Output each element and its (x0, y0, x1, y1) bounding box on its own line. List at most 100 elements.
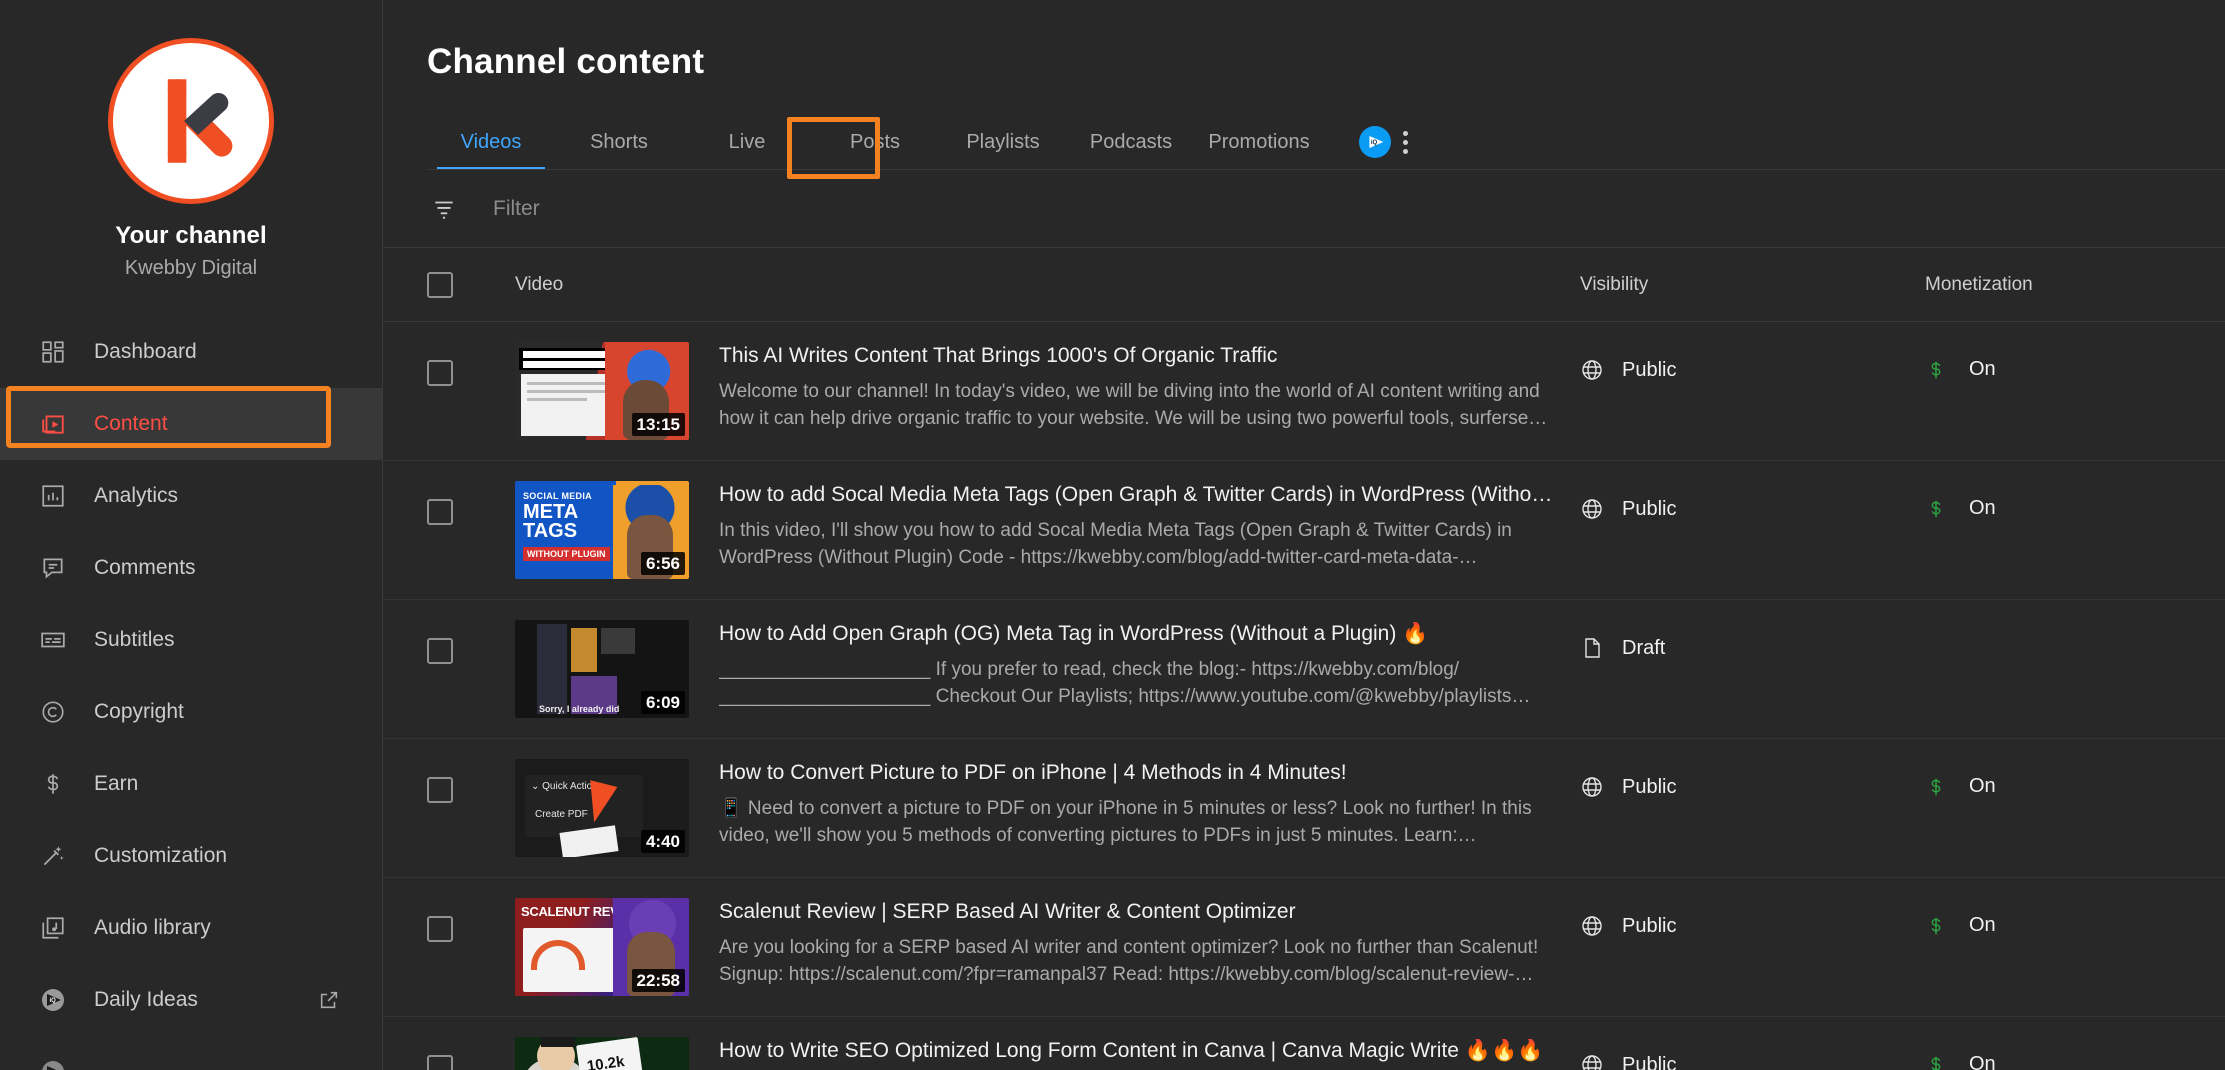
youtube-studio-app: Your channel Kwebby Digital Dashboard Co… (0, 0, 2225, 1070)
sidebar-item-label: Copyright (94, 700, 184, 723)
sidebar-item-daily-ideas[interactable]: iQ Daily Ideas (0, 964, 382, 1036)
kwebby-logo-icon (133, 63, 249, 179)
visibility-cell[interactable]: Public (1580, 481, 1925, 521)
video-title[interactable]: How to Convert Picture to PDF on iPhone … (719, 761, 1557, 785)
vidiq-icon: iQ (34, 986, 72, 1014)
filter-input[interactable]: Filter (493, 197, 540, 221)
monetization-cell (1925, 620, 2225, 636)
table-row[interactable]: SCALENUT REVIEW 22:58 Scalenut Review | … (383, 878, 2225, 1017)
sidebar-item-earn[interactable]: Earn (0, 748, 382, 820)
sidebar-item-copyright[interactable]: Copyright (0, 676, 382, 748)
table-row[interactable]: ⌄ Quick Actions Create PDF 4:40 How to C… (383, 739, 2225, 878)
tab-playlists[interactable]: Playlists (939, 131, 1067, 170)
external-link-icon[interactable] (318, 989, 340, 1011)
globe-icon (1580, 775, 1604, 799)
dollar-icon (1925, 776, 1947, 798)
globe-icon (1580, 497, 1604, 521)
monetization-cell[interactable]: On (1925, 481, 2225, 520)
video-duration: 13:15 (631, 412, 685, 436)
tab-posts[interactable]: Posts (811, 131, 939, 170)
checkbox-icon[interactable] (427, 1055, 453, 1070)
monetization-cell[interactable]: On (1925, 759, 2225, 798)
tab-promotions[interactable]: Promotions (1195, 131, 1323, 170)
channel-block[interactable]: Your channel Kwebby Digital (0, 0, 382, 280)
sidebar-item-subtitles[interactable]: Subtitles (0, 604, 382, 676)
comments-icon (34, 555, 72, 581)
row-checkbox[interactable] (427, 759, 483, 803)
video-thumbnail[interactable]: ⌄ Quick Actions Create PDF 4:40 (515, 759, 689, 857)
video-duration: 6:09 (640, 690, 685, 714)
sidebar-item-content[interactable]: Content (0, 388, 382, 460)
monetization-label: On (1969, 914, 1996, 936)
table-row[interactable]: SOCIAL MEDIA META TAGS WITHOUT PLUGIN 6:5… (383, 461, 2225, 600)
video-title[interactable]: How to Add Open Graph (OG) Meta Tag in W… (719, 622, 1557, 646)
video-thumbnail[interactable]: SCALENUT REVIEW 22:58 (515, 898, 689, 996)
video-thumbnail[interactable]: 13:15 (515, 342, 689, 440)
checkbox-icon[interactable] (427, 638, 453, 664)
sidebar-item-comments[interactable]: Comments (0, 532, 382, 604)
tabs-divider (427, 169, 2225, 170)
visibility-label: Draft (1622, 636, 1666, 659)
monetization-cell[interactable]: On (1925, 342, 2225, 381)
checkbox-icon[interactable] (427, 916, 453, 942)
checkbox-icon[interactable] (427, 360, 453, 386)
visibility-cell[interactable]: Public (1580, 898, 1925, 938)
monetization-cell[interactable]: On (1925, 1037, 2225, 1070)
video-title[interactable]: This AI Writes Content That Brings 1000'… (719, 344, 1557, 368)
tab-live[interactable]: Live (683, 131, 811, 170)
sidebar: Your channel Kwebby Digital Dashboard Co… (0, 0, 382, 1070)
row-checkbox[interactable] (427, 342, 483, 386)
tab-podcasts[interactable]: Podcasts (1067, 131, 1195, 170)
visibility-cell[interactable]: Public (1580, 759, 1925, 799)
video-title[interactable]: How to add Socal Media Meta Tags (Open G… (719, 483, 1557, 507)
checkbox-icon[interactable] (427, 777, 453, 803)
sidebar-item-label: Content (94, 412, 168, 435)
sidebar-item-customization[interactable]: Customization (0, 820, 382, 892)
sidebar-item-label: Comments (94, 556, 196, 579)
table-row[interactable]: Sorry, I already did 6:09 How to Add Ope… (383, 600, 2225, 739)
checkbox-icon[interactable] (427, 499, 453, 525)
video-description: ____________________ If you prefer to re… (719, 659, 1531, 707)
video-thumbnail[interactable]: Sorry, I already did 6:09 (515, 620, 689, 718)
dollar-icon (34, 771, 72, 797)
visibility-cell[interactable]: Public (1580, 342, 1925, 382)
row-checkbox[interactable] (427, 620, 483, 664)
sidebar-item-analytics[interactable]: Analytics (0, 460, 382, 532)
sidebar-item-keyword-inspector[interactable] (0, 1036, 382, 1070)
main-content: Channel content Videos Shorts Live Posts… (382, 0, 2225, 1070)
video-duration: 22:58 (631, 968, 685, 992)
table-row[interactable]: 10.2k 9:06 How to Write SEO Optimized Lo… (383, 1017, 2225, 1070)
visibility-cell[interactable]: Public (1580, 1037, 1925, 1070)
svg-text:iQ: iQ (50, 998, 57, 1004)
filter-bar[interactable]: Filter (383, 170, 2225, 248)
monetization-label: On (1969, 775, 1996, 797)
video-title[interactable]: How to Write SEO Optimized Long Form Con… (719, 1039, 1557, 1063)
video-thumbnail[interactable]: 10.2k 9:06 (515, 1037, 689, 1070)
row-checkbox[interactable] (427, 898, 483, 942)
row-checkbox[interactable] (427, 481, 483, 525)
sidebar-item-audio-library[interactable]: Audio library (0, 892, 382, 964)
vidiq-icon[interactable]: iQ (1359, 126, 1391, 158)
svg-text:iQ: iQ (1371, 140, 1378, 146)
filter-icon[interactable] (427, 196, 461, 222)
tab-videos[interactable]: Videos (427, 131, 555, 170)
more-vertical-icon[interactable] (1397, 130, 1414, 154)
sidebar-item-label: Daily Ideas (94, 988, 198, 1011)
content-icon (34, 411, 72, 437)
video-thumbnail[interactable]: SOCIAL MEDIA META TAGS WITHOUT PLUGIN 6:5… (515, 481, 689, 579)
select-all-checkbox[interactable] (427, 271, 483, 298)
visibility-cell[interactable]: Draft (1580, 620, 1925, 660)
table-row[interactable]: 13:15 This AI Writes Content That Brings… (383, 322, 2225, 461)
video-description: Are you looking for a SERP based AI writ… (719, 937, 1539, 985)
monetization-cell[interactable]: On (1925, 898, 2225, 937)
sidebar-item-dashboard[interactable]: Dashboard (0, 316, 382, 388)
row-checkbox[interactable] (427, 1037, 483, 1070)
channel-avatar[interactable] (108, 38, 274, 204)
analytics-icon (34, 483, 72, 509)
sidebar-item-label: Analytics (94, 484, 179, 507)
checkbox-icon[interactable] (427, 271, 453, 298)
monetization-label: On (1969, 1053, 1996, 1070)
video-title[interactable]: Scalenut Review | SERP Based AI Writer &… (719, 900, 1557, 924)
tab-shorts[interactable]: Shorts (555, 131, 683, 170)
sidebar-nav: Dashboard Content Analytics Comments Sub… (0, 316, 382, 1070)
